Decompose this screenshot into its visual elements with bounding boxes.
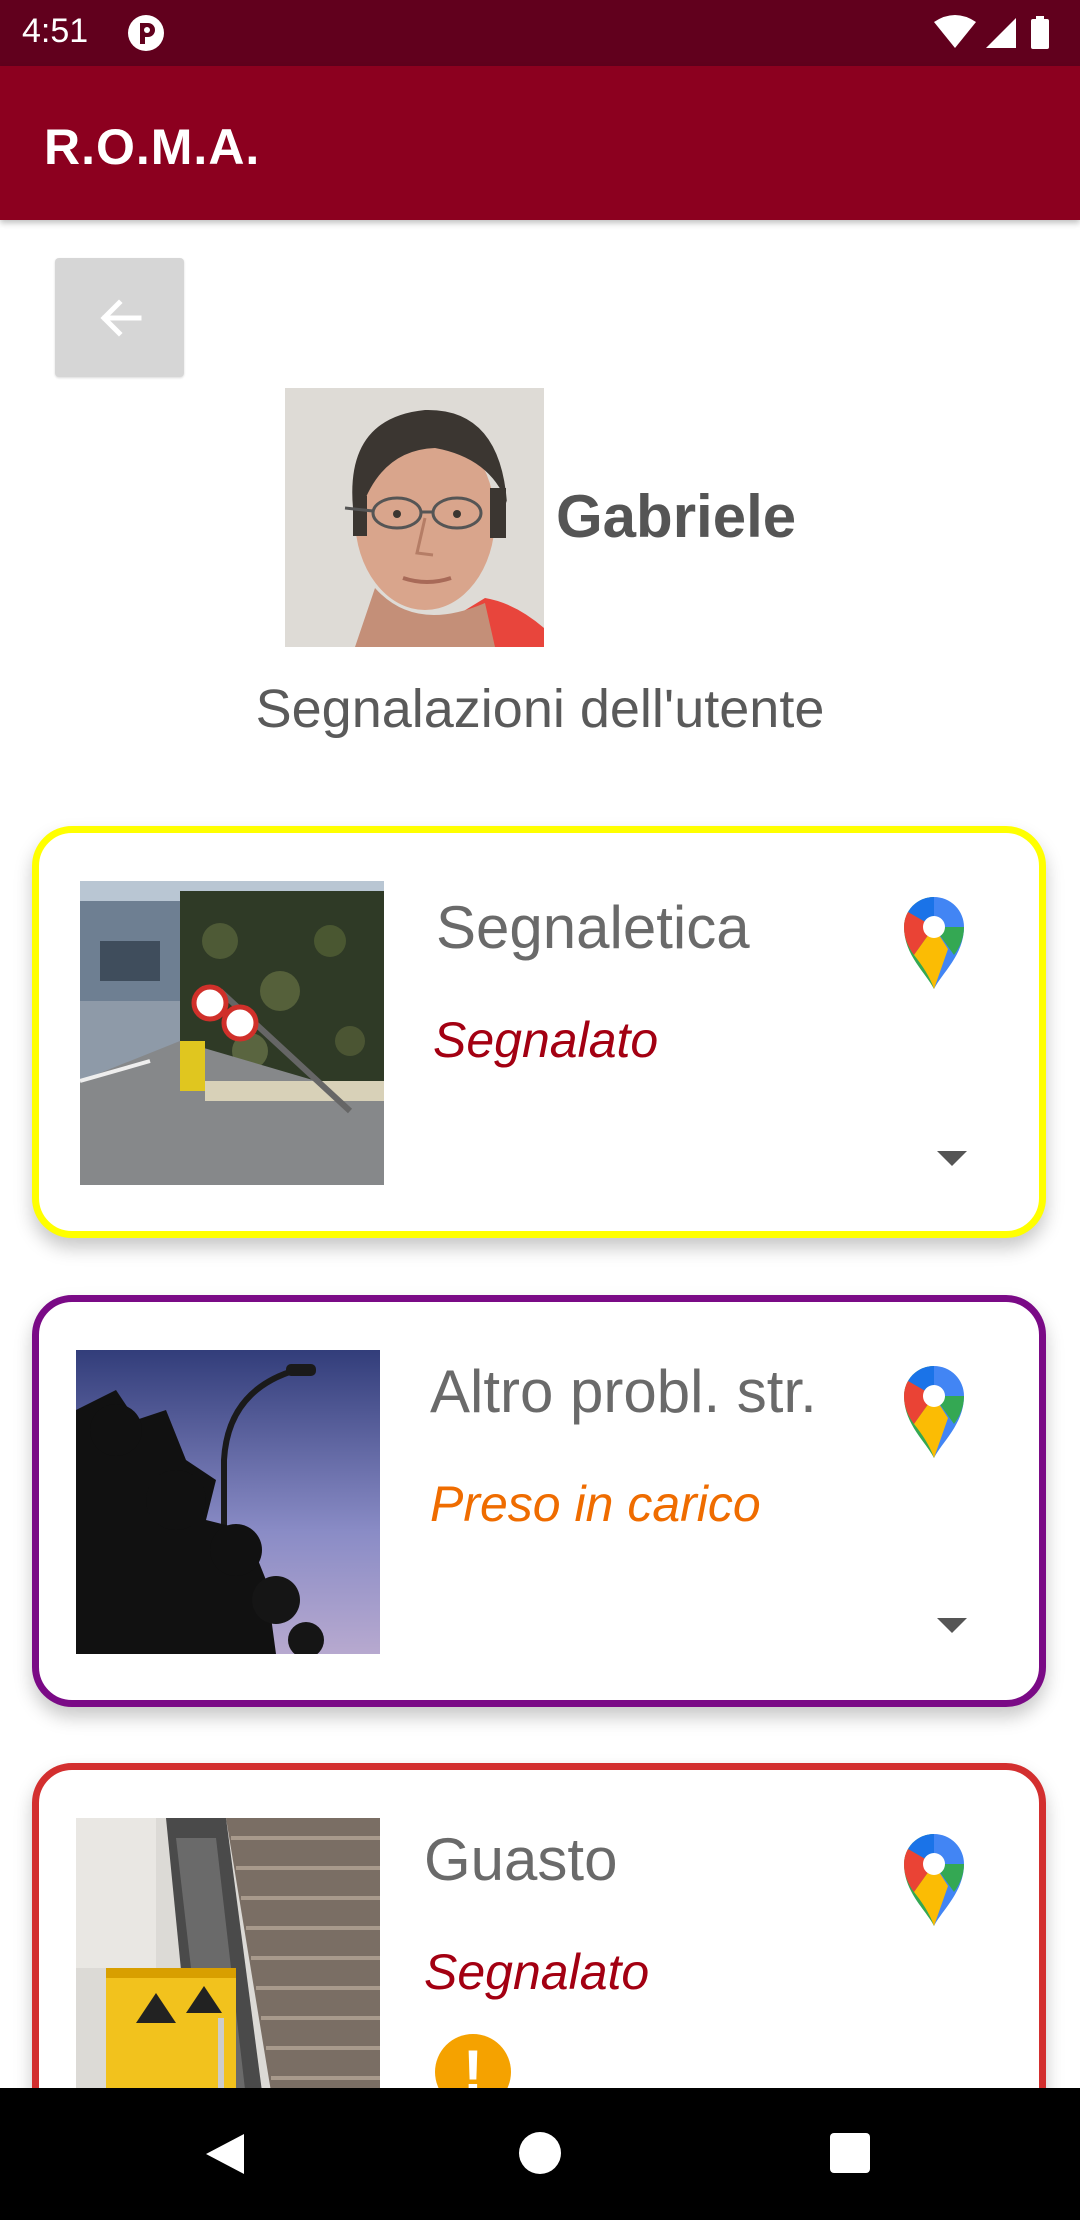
- report-card[interactable]: Guasto Segnalato !: [32, 1763, 1046, 2088]
- google-maps-pin-icon[interactable]: [900, 1830, 968, 1926]
- cell-signal-icon: [986, 18, 1016, 48]
- report-category: Guasto: [424, 1826, 618, 1893]
- status-time: 4:51: [22, 12, 89, 50]
- report-photo: [76, 1818, 380, 2088]
- report-category: Altro probl. str.: [430, 1358, 817, 1425]
- report-category: Segnaletica: [436, 894, 750, 961]
- report-status: Segnalato: [433, 1012, 659, 1068]
- app-bar: R.O.M.A.: [0, 66, 1080, 220]
- expand-dropdown-icon[interactable]: [937, 1618, 967, 1633]
- app-title: R.O.M.A.: [44, 119, 261, 175]
- arrow-left-icon: [99, 298, 141, 337]
- nav-recents-icon[interactable]: [830, 2133, 870, 2173]
- battery-icon: [1031, 16, 1049, 49]
- nav-back-icon[interactable]: [202, 2132, 246, 2176]
- user-name: Gabriele: [556, 483, 797, 550]
- google-maps-pin-icon[interactable]: [900, 1362, 968, 1458]
- system-nav-bar: [0, 2088, 1080, 2220]
- app-screen: 4:51 R.O.M.A. Gabriele Segnalazioni dell…: [0, 0, 1080, 2220]
- nav-home-icon[interactable]: [519, 2132, 561, 2174]
- main-content[interactable]: Gabriele Segnalazioni dell'utente Segnal…: [0, 220, 1080, 2088]
- report-photo: [80, 881, 384, 1185]
- report-card[interactable]: Altro probl. str. Preso in carico: [32, 1295, 1046, 1707]
- system-status-icons: [934, 15, 1049, 49]
- section-title: Segnalazioni dell'utente: [255, 679, 825, 739]
- report-photo: [76, 1350, 380, 1654]
- report-status: Preso in carico: [430, 1476, 761, 1532]
- report-status: Segnalato: [424, 1944, 650, 2000]
- status-bar: 4:51: [0, 0, 1080, 66]
- user-avatar: [285, 388, 544, 647]
- google-maps-pin-icon[interactable]: [900, 893, 968, 989]
- notification-app-icon: [128, 15, 164, 51]
- wifi-icon: [934, 15, 976, 48]
- back-button[interactable]: [55, 258, 184, 377]
- warning-icon: !: [435, 2034, 511, 2088]
- expand-dropdown-icon[interactable]: [937, 1151, 967, 1166]
- report-card[interactable]: Segnaletica Segnalato: [32, 826, 1046, 1238]
